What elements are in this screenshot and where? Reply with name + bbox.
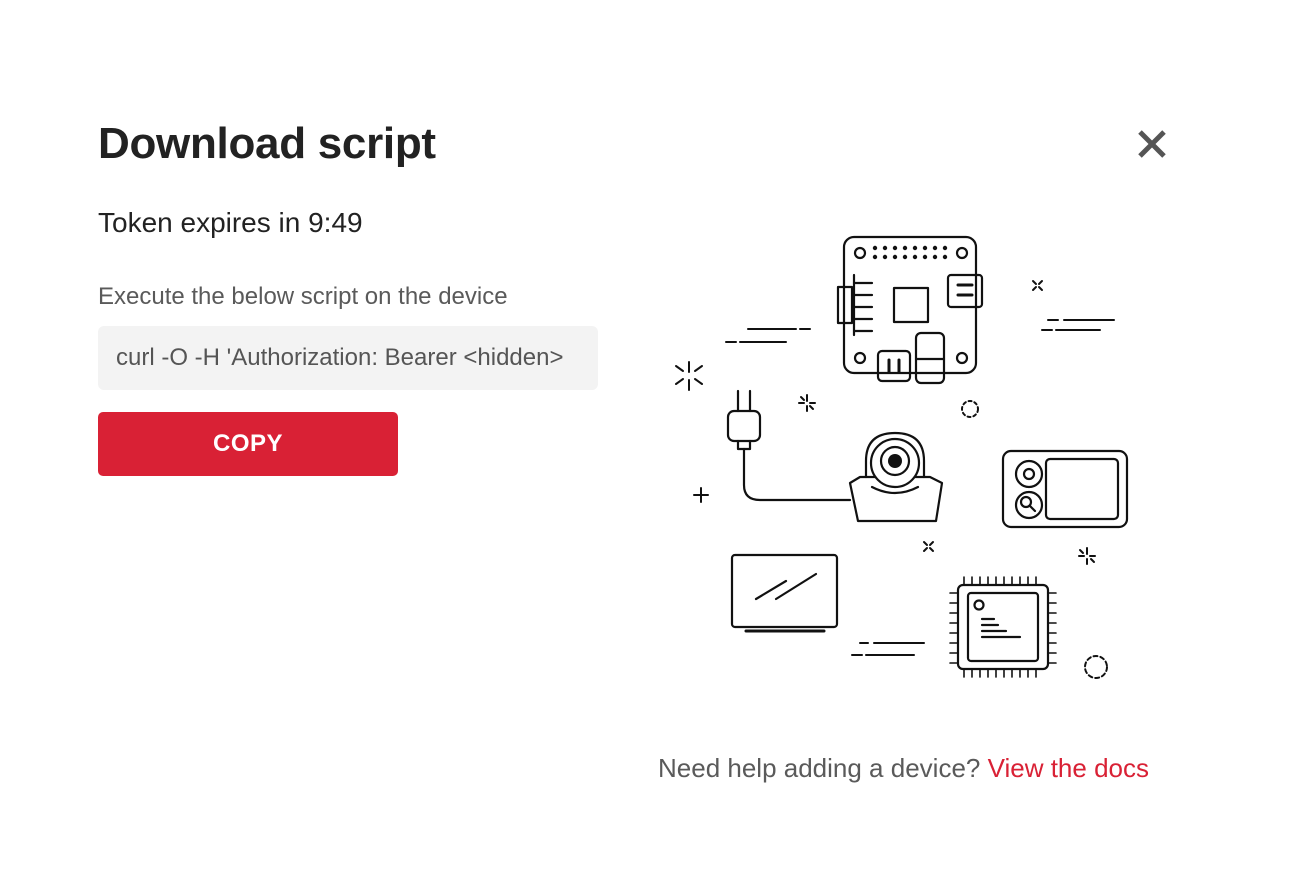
copy-button[interactable]: COPY: [98, 412, 398, 476]
script-input[interactable]: [116, 326, 580, 390]
device-panel-icon: [1001, 449, 1129, 529]
dialog-title: Download script: [98, 119, 436, 168]
script-field: [98, 326, 598, 390]
script-instruction: Execute the below script on the device: [98, 283, 508, 310]
close-icon: [1138, 130, 1166, 158]
help-text: Need help adding a device? View the docs: [658, 750, 1149, 786]
devices-illustration: [675, 235, 1129, 679]
download-script-dialog: Download script Token expires in 9:49 Ex…: [0, 0, 1298, 892]
close-button[interactable]: [1132, 124, 1172, 164]
help-question: Need help adding a device?: [658, 753, 981, 783]
view-docs-link[interactable]: View the docs: [988, 753, 1149, 783]
token-expiry-text: Token expires in 9:49: [98, 207, 363, 238]
power-plug-icon: [726, 389, 852, 502]
monitor-icon: [730, 553, 839, 633]
circuit-board-icon: [836, 235, 984, 385]
camera-icon: [848, 431, 944, 523]
microchip-icon: [949, 576, 1057, 678]
